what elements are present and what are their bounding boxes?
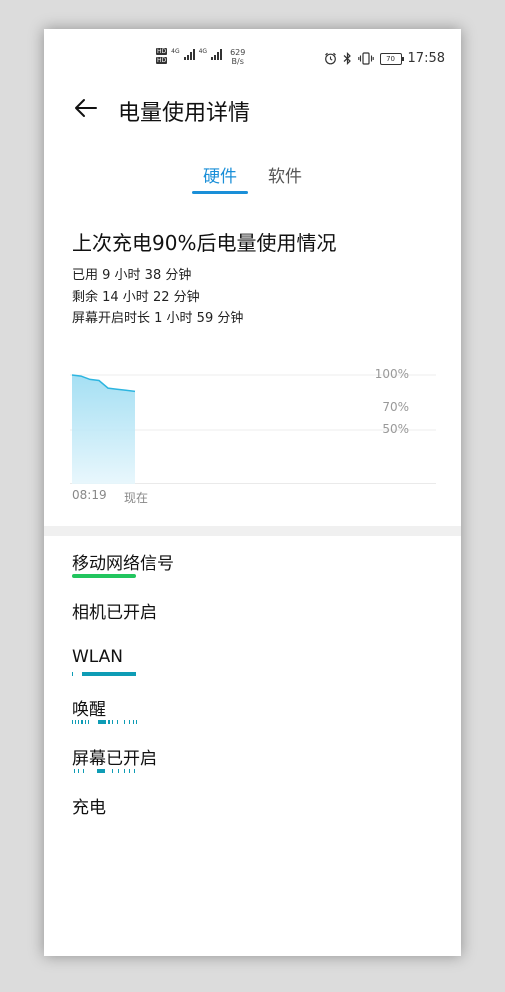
used-time: 已用 9 小时 38 分钟 xyxy=(72,268,192,283)
section-divider xyxy=(44,526,461,536)
activity-segment xyxy=(129,720,130,724)
battery-chart-svg xyxy=(70,374,436,485)
speed-value: 629 xyxy=(230,48,246,57)
hardware-item-camera[interactable]: 相机已开启 xyxy=(72,598,157,623)
item-label: 相机已开启 xyxy=(72,603,157,623)
status-bar: HD HD 4G 4G 629 B/s 70 17:58 xyxy=(44,29,461,69)
activity-segment xyxy=(88,720,89,724)
battery-area xyxy=(72,375,135,484)
phone-screen: HD HD 4G 4G 629 B/s 70 17:58 电量使用详情 硬件 软… xyxy=(44,29,461,956)
wlan-activity-bar xyxy=(72,672,136,676)
activity-segment xyxy=(97,769,105,773)
activity-segment xyxy=(83,769,84,773)
battery-icon: 70 xyxy=(379,52,404,65)
status-left: HD HD 4G 4G 629 B/s xyxy=(156,48,245,66)
hd-icon: HD xyxy=(156,48,168,55)
remaining-time: 剩余 14 小时 22 分钟 xyxy=(72,290,200,305)
signal-icon xyxy=(183,48,195,60)
hardware-item-wlan[interactable]: WLAN xyxy=(72,647,123,667)
item-label: 唤醒 xyxy=(72,700,106,720)
hardware-item-wake[interactable]: 唤醒 xyxy=(72,695,106,720)
tab-hardware[interactable]: 硬件 xyxy=(203,162,237,187)
activity-segment xyxy=(78,769,79,773)
activity-segment xyxy=(112,720,113,724)
item-label: 屏幕已开启 xyxy=(72,749,157,769)
clock: 17:58 xyxy=(407,51,445,66)
activity-segment xyxy=(133,720,134,724)
alarm-icon xyxy=(324,52,336,65)
activity-segment xyxy=(78,720,79,724)
active-tab-indicator xyxy=(192,191,248,194)
activity-segment xyxy=(85,720,86,724)
back-button[interactable] xyxy=(70,93,100,123)
signal-icon xyxy=(211,48,223,60)
activity-segment xyxy=(72,672,73,676)
vibrate-icon xyxy=(357,52,374,65)
activity-segment xyxy=(124,720,125,724)
status-right: 70 17:58 xyxy=(324,51,445,66)
activity-segment xyxy=(117,720,118,724)
x-tick-start: 08:19 xyxy=(72,488,107,502)
network-speed: 629 B/s xyxy=(230,48,245,66)
activity-segment xyxy=(112,769,113,773)
activity-segment xyxy=(98,720,106,724)
y-tick-100: 100% xyxy=(374,367,409,381)
hd-icons: HD HD xyxy=(156,48,168,64)
screen-activity-bar xyxy=(72,769,138,773)
activity-segment xyxy=(74,769,75,773)
activity-segment xyxy=(129,769,130,773)
item-label: 移动网络信号 xyxy=(72,554,174,574)
battery-chart: 100% 70% 50% 08:19 现在 xyxy=(70,364,436,509)
arrow-left-icon xyxy=(75,99,97,117)
x-tick-now: 现在 xyxy=(124,491,149,505)
activity-segment xyxy=(124,769,125,773)
item-label: WLAN xyxy=(72,647,124,667)
bluetooth-icon xyxy=(343,52,351,65)
activity-segment xyxy=(134,769,135,773)
y-tick-70: 70% xyxy=(382,400,409,414)
activity-segment xyxy=(82,672,136,676)
speed-unit: B/s xyxy=(231,57,244,66)
network-type-1: 4G xyxy=(171,48,180,55)
hardware-item-charging[interactable]: 充电 xyxy=(72,793,106,818)
screen-on-time: 屏幕开启时长 1 小时 59 分钟 xyxy=(72,311,244,326)
tab-software[interactable]: 软件 xyxy=(268,162,302,187)
wake-activity-bar xyxy=(72,720,138,724)
activity-segment xyxy=(75,720,76,724)
usage-summary-title: 上次充电90%后电量使用情况 xyxy=(72,231,337,255)
hardware-item-mobile-signal[interactable]: 移动网络信号 xyxy=(72,549,174,574)
activity-segment xyxy=(136,720,137,724)
activity-segment xyxy=(108,720,110,724)
y-tick-50: 50% xyxy=(382,422,409,436)
page-title: 电量使用详情 xyxy=(118,101,251,126)
item-label: 充电 xyxy=(72,798,106,818)
network-type-2: 4G xyxy=(198,48,208,55)
tab-bar: 硬件 软件 xyxy=(44,162,461,194)
hd-icon: HD xyxy=(156,57,168,64)
activity-segment xyxy=(118,769,119,773)
activity-segment xyxy=(72,720,73,724)
activity-segment xyxy=(81,720,83,724)
mobile-signal-bar xyxy=(72,574,136,578)
hardware-item-screen-on[interactable]: 屏幕已开启 xyxy=(72,744,157,769)
